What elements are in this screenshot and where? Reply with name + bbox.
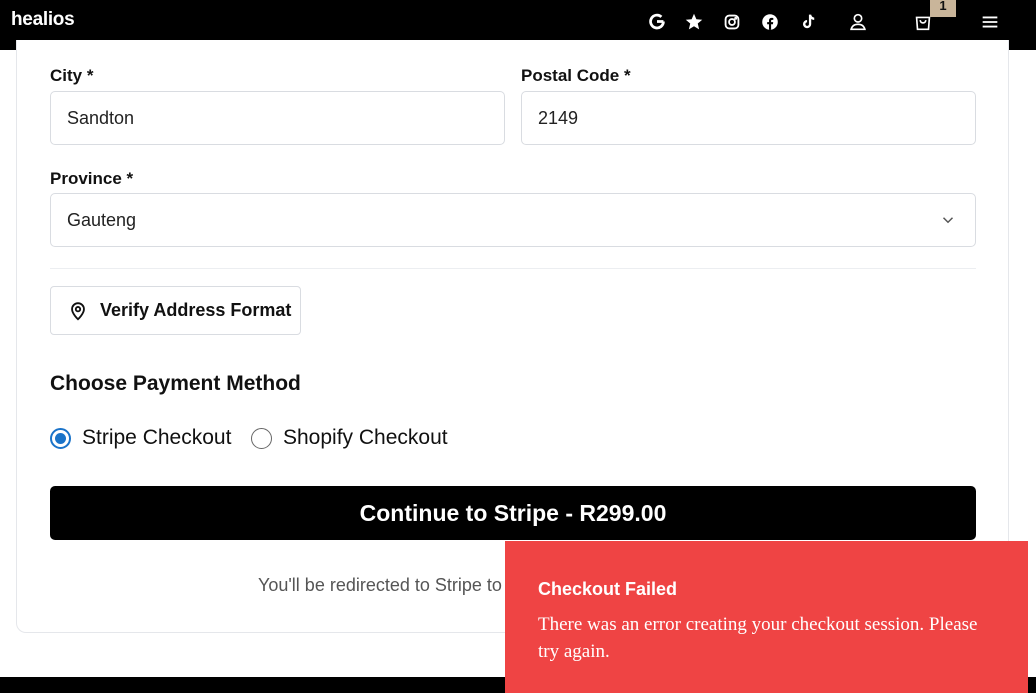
stripe-checkout-radio[interactable]: Stripe Checkout <box>50 426 231 450</box>
instagram-icon[interactable] <box>721 11 743 33</box>
stripe-checkout-label: Stripe Checkout <box>82 426 232 449</box>
city-label: City * <box>50 66 94 85</box>
postal-code-value: 2149 <box>538 107 579 128</box>
postal-code-field[interactable]: 2149 <box>521 91 976 145</box>
verify-address-label: Verify Address Format <box>100 300 292 320</box>
province-label: Province * <box>50 169 134 188</box>
error-toast[interactable]: Checkout Failed There was an error creat… <box>505 541 1028 693</box>
tiktok-icon[interactable] <box>797 11 819 33</box>
shopify-checkout-label: Shopify Checkout <box>283 426 448 449</box>
user-icon[interactable] <box>847 11 869 33</box>
shopify-checkout-radio[interactable]: Shopify Checkout <box>251 426 448 450</box>
divider <box>50 268 976 269</box>
redirect-note: You'll be redirected to Stripe to <box>258 575 502 595</box>
site-logo[interactable]: healios <box>11 9 75 31</box>
chevron-down-icon <box>939 211 957 229</box>
province-value: Gauteng <box>67 209 137 230</box>
google-icon[interactable] <box>646 11 668 33</box>
payment-method-title: Choose Payment Method <box>50 372 301 395</box>
star-icon[interactable] <box>683 11 705 33</box>
radio-selected-indicator[interactable] <box>50 427 71 449</box>
verify-address-button[interactable]: Verify Address Format <box>50 286 301 335</box>
map-pin-icon <box>67 300 89 322</box>
menu-icon[interactable] <box>979 11 1001 33</box>
city-value: Sandton <box>67 107 135 128</box>
toast-message: There was an error creating your checkou… <box>538 614 978 662</box>
facebook-icon[interactable] <box>759 11 781 33</box>
postal-code-label: Postal Code * <box>521 66 631 85</box>
radio-unselected-indicator[interactable] <box>251 427 272 449</box>
toast-title: Checkout Failed <box>538 579 678 599</box>
city-field[interactable]: Sandton <box>50 91 505 145</box>
province-select[interactable]: Gauteng <box>50 193 976 247</box>
continue-to-stripe-button[interactable]: Continue to Stripe - R299.00 <box>50 486 976 540</box>
cart-count-badge: 1 <box>930 0 956 17</box>
